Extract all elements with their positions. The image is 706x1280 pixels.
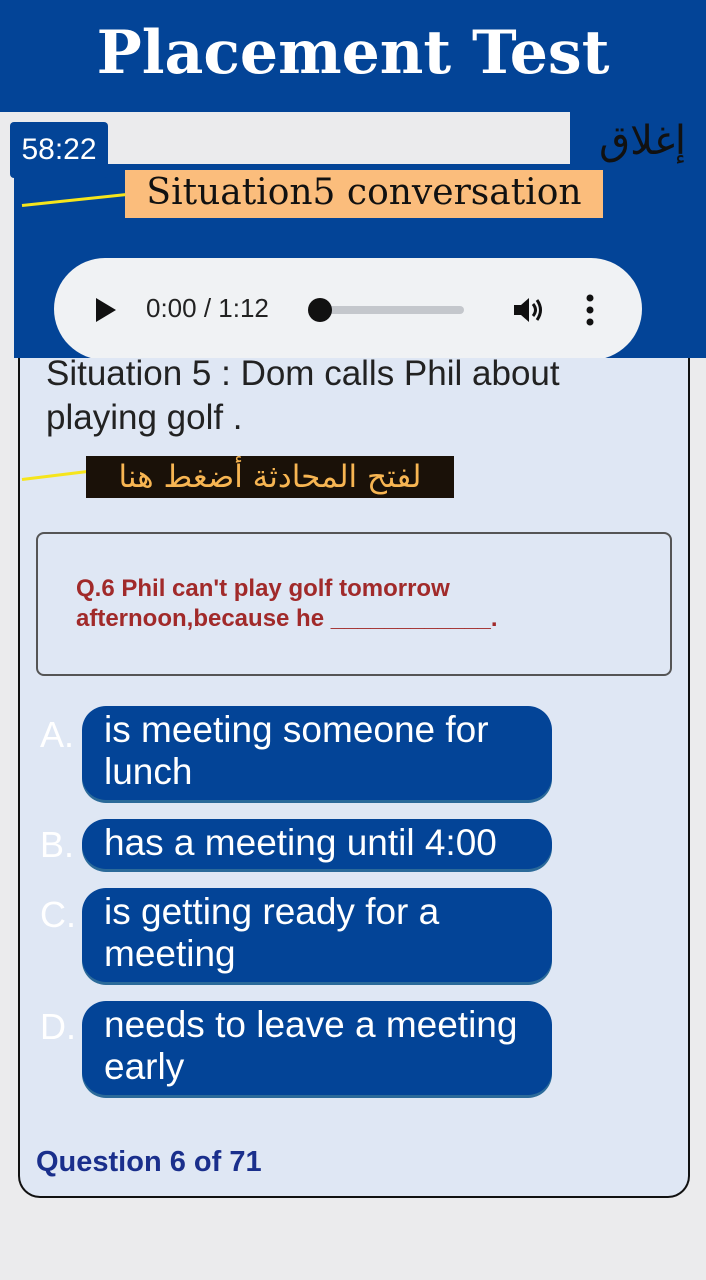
option-letter: C. <box>40 894 76 935</box>
option-d-button[interactable]: needs to leave a meeting early <box>82 1001 552 1095</box>
audio-seek-bar[interactable] <box>320 306 464 314</box>
option-letter: A. <box>40 714 75 755</box>
situation-label: Situation5 conversation <box>125 170 603 218</box>
option-letter: D. <box>40 1006 76 1047</box>
option-c-button[interactable]: is getting ready for a meeting <box>82 888 552 982</box>
audio-seek-handle[interactable] <box>308 298 332 322</box>
option-b-button[interactable]: has a meeting until 4:00 <box>82 819 552 869</box>
option-a-button[interactable]: is meeting someone for lunch <box>82 706 552 800</box>
volume-icon[interactable] <box>512 294 546 326</box>
timer: 58:22 <box>10 122 108 178</box>
open-conversation-link[interactable]: لفتح المحادثة أضغط هنا <box>86 456 454 498</box>
play-icon[interactable] <box>96 298 116 322</box>
question-text: Q.6 Phil can't play golf tomorrow aftern… <box>76 575 498 632</box>
page-title: Placement Test <box>96 18 610 88</box>
more-options-icon[interactable] <box>584 294 596 326</box>
situation-text: Situation 5 : Dom calls Phil about playi… <box>46 354 560 437</box>
close-button[interactable]: إغلاق <box>599 118 686 164</box>
option-letter: B. <box>40 824 75 865</box>
question-counter: Question 6 of 71 <box>36 1146 262 1178</box>
app-header: Placement Test <box>0 0 706 112</box>
audio-time: 0:00 / 1:12 <box>146 293 269 323</box>
